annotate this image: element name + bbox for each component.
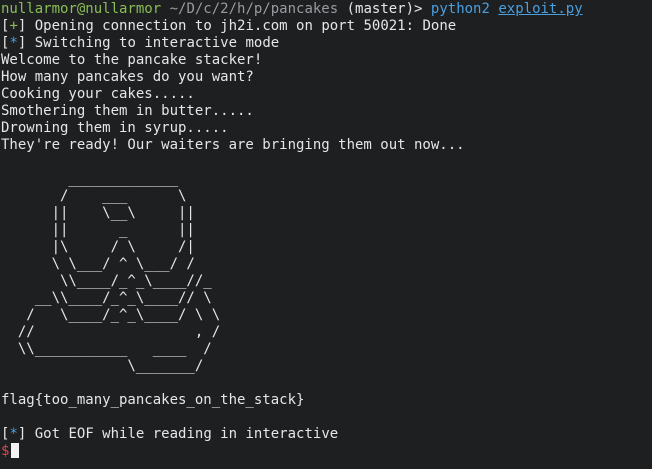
success-marker: + bbox=[9, 18, 18, 34]
terminal-window[interactable]: nullarmor@nullarmor ~/D/c/2/h/p/pancakes… bbox=[0, 0, 652, 469]
ascii-art-line: // , / bbox=[1, 324, 221, 340]
shell-prompt-line[interactable]: $ bbox=[1, 443, 652, 460]
status-opening-line: [+] Opening connection to jh2i.com on po… bbox=[1, 18, 457, 34]
ascii-art-line: __\\____/_^_\____// \ bbox=[1, 290, 212, 306]
output-line: Welcome to the pancake stacker! bbox=[1, 52, 263, 68]
status-eof-text: Got EOF while reading in interactive bbox=[26, 426, 339, 442]
command-name: python2 bbox=[430, 1, 490, 17]
shell-dollar-sign: $ bbox=[1, 443, 10, 459]
ascii-art-line: \_______/ bbox=[1, 358, 204, 374]
ascii-art-line: \\____/_^_\____//_ bbox=[1, 273, 212, 289]
text-cursor bbox=[11, 443, 20, 458]
output-line: Smothering them in butter..... bbox=[1, 103, 254, 119]
ascii-art-line: || \__\ || bbox=[1, 205, 195, 221]
output-line: They're ready! Our waiters are bringing … bbox=[1, 137, 465, 153]
ascii-art-line: \ \___/ ^ \___/ / bbox=[1, 256, 195, 272]
prompt-user-host: nullarmor@nullarmor bbox=[1, 1, 162, 17]
output-line: How many pancakes do you want? bbox=[1, 69, 254, 85]
info-marker: * bbox=[9, 35, 18, 51]
status-eof-line: [*] Got EOF while reading in interactive bbox=[1, 426, 339, 442]
info-marker: * bbox=[9, 426, 18, 442]
status-switching-text: Switching to interactive mode bbox=[26, 35, 280, 51]
prompt-branch: (master)> bbox=[346, 1, 423, 17]
ascii-art-line: _____________ bbox=[1, 171, 179, 187]
ascii-art-line: \\___________ ____ / bbox=[1, 341, 212, 357]
prompt-line: nullarmor@nullarmor ~/D/c/2/h/p/pancakes… bbox=[1, 1, 652, 18]
ascii-art-line: |\ / \ /| bbox=[1, 239, 195, 255]
ascii-art-line: || _ || bbox=[1, 222, 195, 238]
output-line: Cooking your cakes..... bbox=[1, 86, 195, 102]
ascii-art-line: / \____/_^_\____/ \ \ bbox=[1, 307, 221, 323]
prompt-path: ~/D/c/2/h/p/pancakes bbox=[169, 1, 339, 17]
flag-output: flag{too_many_pancakes_on_the_stack} bbox=[1, 392, 305, 408]
output-line: Drowning them in syrup..... bbox=[1, 120, 229, 136]
command-argument-link[interactable]: exploit.py bbox=[498, 1, 582, 17]
status-opening-text: Opening connection to jh2i.com on port 5… bbox=[26, 18, 457, 34]
status-switching-line: [*] Switching to interactive mode bbox=[1, 35, 280, 51]
ascii-art-line: / ___ \ bbox=[1, 188, 187, 204]
